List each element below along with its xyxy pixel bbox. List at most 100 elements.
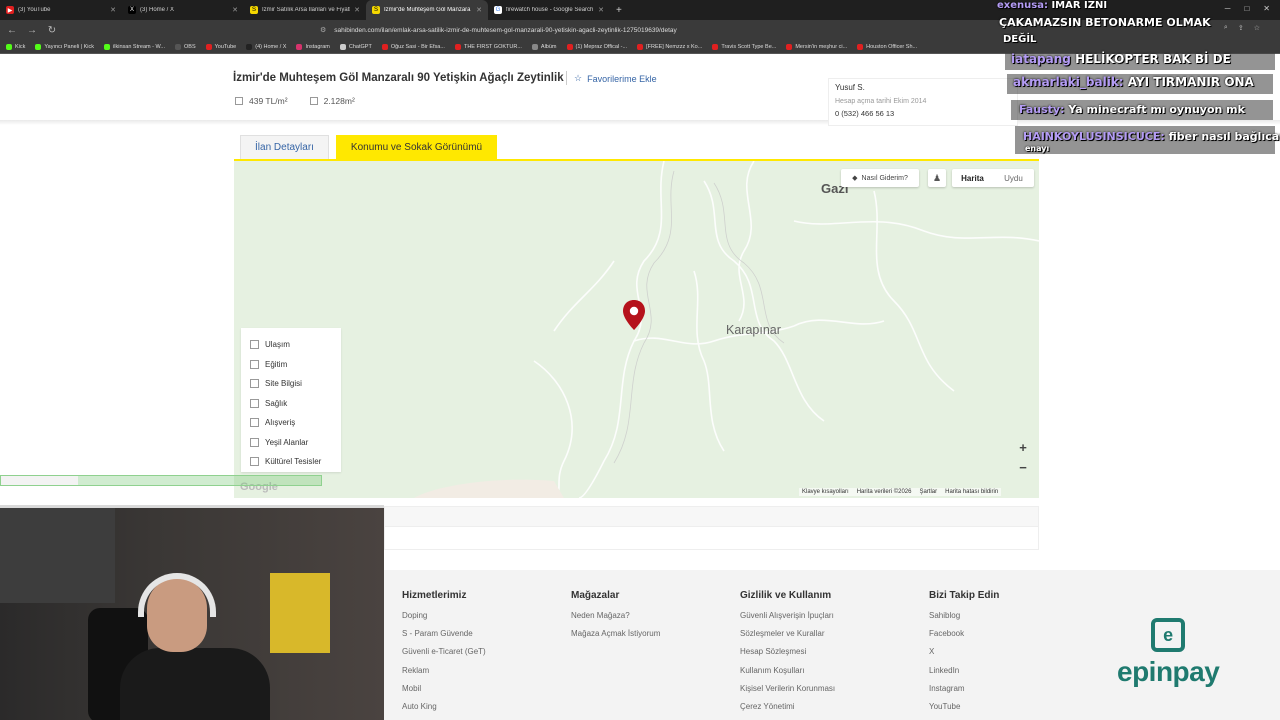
footer-link[interactable]: Auto King [402, 702, 486, 720]
sponsor-brand-name: epinpay [1117, 656, 1220, 687]
bookmark-favicon-icon [339, 43, 346, 50]
chat-message: iatapang HELİKOPTER BAK Bİ DE [1011, 52, 1231, 66]
browser-tab[interactable]: ▶ (3) YouTube ✕ [0, 0, 122, 20]
poi-checkbox[interactable]: Alışveriş [250, 413, 341, 433]
poi-checkbox[interactable]: Kültürel Tesisler [250, 452, 341, 472]
map-type-satellite[interactable]: Uydu [993, 169, 1034, 187]
chat-message: akmarlaki_balik: AYI TIRMANIR ONA [1013, 75, 1254, 89]
bookmark-item[interactable]: Oğuz Sasi - Bir Efsa... [381, 43, 445, 50]
poi-checkbox[interactable]: Yeşil Alanlar [250, 433, 341, 453]
footer-link[interactable]: Sahiblog [929, 611, 999, 629]
forward-icon[interactable]: → [24, 25, 40, 36]
checkbox-icon[interactable] [250, 359, 259, 369]
tab-listing-details[interactable]: İlan Detayları [240, 135, 329, 159]
stream-progress-bar [0, 475, 322, 486]
map-pin-icon[interactable] [622, 300, 646, 330]
footer-link[interactable]: Mağaza Açmak İstiyorum [571, 629, 660, 647]
wall-poster-yellow [270, 573, 330, 653]
checkbox-icon[interactable] [250, 457, 259, 467]
poi-checkbox[interactable]: Eğitim [250, 355, 341, 375]
bookmark-item[interactable]: ChatGPT [339, 43, 372, 50]
footer-link[interactable]: Reklam [402, 666, 486, 684]
keyboard-shortcuts-link[interactable]: Klavye kısayolları [802, 489, 849, 495]
footer-link[interactable]: Mobil [402, 684, 486, 702]
footer-link[interactable]: Instagram [929, 684, 999, 702]
close-icon[interactable]: ✕ [110, 6, 116, 14]
footer-link[interactable]: Güvenli e-Ticaret (GeT) [402, 647, 486, 665]
footer-link[interactable]: YouTube [929, 702, 999, 720]
footer-link[interactable]: Sözleşmeler ve Kurallar [740, 629, 835, 647]
report-map-error-link[interactable]: Harita hatası bildirin [945, 489, 998, 495]
close-icon[interactable]: ✕ [232, 6, 238, 14]
seller-name[interactable]: Yusuf S. [835, 83, 1011, 92]
close-icon[interactable]: ✕ [598, 6, 604, 14]
bookmark-item[interactable]: THE FIRST GOKTUR... [454, 43, 522, 50]
bookmark-item[interactable]: [FREE] Nemzzz x Ko... [637, 43, 702, 50]
browser-tab-active[interactable]: S İzmir'de Muhteşem Göl Manzara ✕ [366, 0, 488, 20]
footer-link[interactable]: Kullanım Koşulları [740, 666, 835, 684]
checkbox-icon[interactable] [250, 437, 259, 447]
footer-link[interactable]: Neden Mağaza? [571, 611, 660, 629]
map-type-map[interactable]: Harita [952, 169, 993, 187]
footer-link[interactable]: Kişisel Verilerin Korunması [740, 684, 835, 702]
bookmark-item[interactable]: OBS [175, 43, 196, 50]
price-per-m2: 439 TL/m² [235, 96, 288, 106]
bookmark-item[interactable]: Houston Officer Sh... [857, 43, 917, 50]
footer-link[interactable]: X [929, 647, 999, 665]
footer-link[interactable]: Çerez Yönetimi [740, 702, 835, 720]
tab-label: firewatch house - Google Search [506, 7, 594, 13]
bookmark-item[interactable]: Yayıncı Paneli | Kick [35, 43, 94, 50]
tab-location-street-view[interactable]: Konumu ve Sokak Görünümü [336, 135, 497, 159]
zoom-out-button[interactable]: − [1012, 459, 1034, 475]
footer-link[interactable]: Facebook [929, 629, 999, 647]
bookmark-item[interactable]: Instagram [296, 43, 330, 50]
bookmark-item[interactable]: Travis Scott Type Be... [712, 43, 776, 50]
footer-link[interactable]: Hesap Sözleşmesi [740, 647, 835, 665]
footer-link[interactable]: Güvenli Alışverişin İpuçları [740, 611, 835, 629]
poi-checkbox[interactable]: Ulaşım [250, 335, 341, 355]
footer-link[interactable]: S - Param Güvende [402, 629, 486, 647]
street-view-pegman-icon[interactable]: ♟ [928, 169, 946, 187]
bookmark-favicon-icon [246, 43, 253, 50]
bookmark-item[interactable]: ilkinsan Stream - W... [104, 43, 165, 50]
close-icon[interactable]: ✕ [476, 6, 482, 14]
footer-column-title: Gizlilik ve Kullanım [740, 590, 832, 601]
poi-checkbox[interactable]: Sağlık [250, 394, 341, 414]
bookmark-favicon-icon [296, 43, 303, 50]
bookmark-folder[interactable]: Albüm [531, 43, 557, 50]
streamer-body [120, 648, 270, 720]
reload-icon[interactable]: ↻ [44, 25, 60, 36]
close-icon[interactable]: ✕ [354, 6, 360, 14]
footer-link[interactable]: LinkedIn [929, 666, 999, 684]
map[interactable]: Gazi Karapınar ◆ Nasıl Giderim? ♟ Harita… [234, 161, 1039, 498]
bookmark-item[interactable]: (4) Home / X [246, 43, 286, 50]
poi-checkbox[interactable]: Site Bilgisi [250, 374, 341, 394]
browser-tab[interactable]: G firewatch house - Google Search ✕ [488, 0, 610, 20]
site-info-icon[interactable]: ⚙ [320, 26, 326, 34]
star-icon: ☆ [574, 73, 583, 83]
chat-message: Fausty: Ya minecraft mı oynuyon mk [1019, 103, 1245, 116]
bookmark-item[interactable]: YouTube [205, 43, 236, 50]
checkbox-icon[interactable] [250, 340, 259, 350]
tab-label: İzmir Satılık Arsa İlanları ve Fiyatları [262, 7, 351, 13]
browser-tab[interactable]: S İzmir Satılık Arsa İlanları ve Fiyatla… [244, 0, 366, 20]
checkbox-icon[interactable] [250, 398, 259, 408]
map-data-text: Harita verileri ©2026 [856, 489, 912, 495]
checkbox-icon[interactable] [250, 418, 259, 428]
tab-label: (3) Home / X [140, 7, 175, 13]
bookmark-item[interactable]: Mersin'in meşhur ci... [786, 43, 847, 50]
bookmark-item[interactable]: (1) Mepraz Offical -... [566, 43, 627, 50]
zoom-in-button[interactable]: + [1012, 439, 1034, 455]
add-to-favorites-button[interactable]: ☆ Favorilerime Ekle [574, 73, 657, 84]
terms-link[interactable]: Şartlar [919, 489, 937, 495]
url-field[interactable]: ⚙ sahibinden.com/ilan/emlak-arsa-satilik… [320, 23, 880, 37]
browser-tab[interactable]: X (3) Home / X ✕ [122, 0, 244, 20]
checkbox-icon[interactable] [250, 379, 259, 389]
tab-label: (3) YouTube [18, 7, 51, 13]
directions-button[interactable]: ◆ Nasıl Giderim? [841, 169, 919, 187]
new-tab-button[interactable]: + [616, 5, 622, 16]
back-icon[interactable]: ← [4, 25, 20, 36]
footer-link[interactable]: Doping [402, 611, 486, 629]
x-logo-icon: X [128, 6, 136, 14]
bookmark-item[interactable]: Kick [6, 43, 25, 50]
